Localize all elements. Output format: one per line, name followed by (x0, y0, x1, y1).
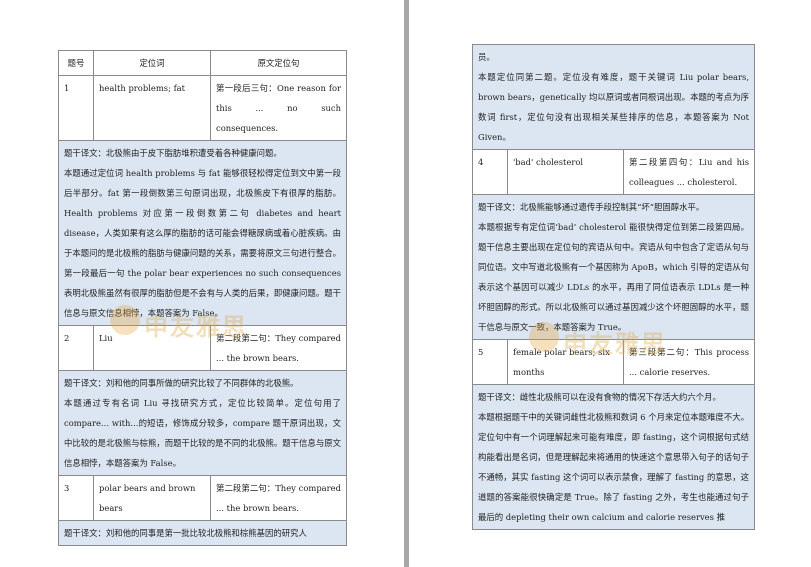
explanation-text: 本题通过定位词 health problems 与 fat 能够很轻松得定位到文… (64, 168, 341, 318)
table-row: 2 Liu 第二段第二句：They compared ... the brown… (58, 325, 347, 371)
explanation-text: 本题定位同第二题。定位没有难度，题干关键词 Liu polar bears, b… (478, 72, 749, 142)
keywords-cell: female polar bears; six months (507, 339, 624, 385)
source-cell: 第二段第四句：Liu and his colleagues ... choles… (623, 149, 755, 195)
document-page-right: 员。 本题定位同第二题。定位没有难度，题干关键词 Liu polar bears… (409, 0, 811, 567)
answer-table-right: 员。 本题定位同第二题。定位没有难度，题干关键词 Liu polar bears… (472, 44, 755, 530)
note-row: 题干译文：北极熊由于皮下脂肪堆积遭受着各种健康问题。 本题通过定位词 healt… (58, 140, 347, 326)
table-row: 5 female polar bears; six months 第三段第二句：… (472, 339, 755, 385)
explanation-cell: 题干译文：雌性北极熊可以在没有食物的情况下存活大约六个月。 本题根据题干中的关键… (472, 384, 755, 530)
document-page-left: 题号 定位词 原文定位句 1 health problems; fat 第一段后… (0, 0, 404, 567)
explanation-cell: 员。 本题定位同第二题。定位没有难度，题干关键词 Liu polar bears… (472, 44, 755, 150)
explanation-text: 本题通过专有名词 Liu 寻找研究方式，定位比较简单。定位句用了 compare… (64, 398, 341, 468)
header-question-number: 题号 (58, 50, 94, 76)
translation-text: 题干译文：刘和他的同事所做的研究比较了不同群体的北极熊。 (64, 378, 299, 388)
source-cell: 第一段后三句：One reason for this ... no such c… (210, 75, 347, 141)
source-cell: 第二段第二句：They compared ... the brown bears… (210, 325, 347, 371)
keywords-cell: polar bears and brown bears (93, 475, 211, 521)
note-row: 题干译文：刘和他的同事所做的研究比较了不同群体的北极熊。 本题通过专有名词 Li… (58, 370, 347, 476)
translation-text: 题干译文：雌性北极熊可以在没有食物的情况下存活大约六个月。 (478, 392, 721, 402)
table-row: 3 polar bears and brown bears 第二段第二句：The… (58, 475, 347, 521)
question-number: 5 (472, 339, 508, 385)
source-cell: 第二段第二句：They compared ... the brown bears… (210, 475, 347, 521)
keywords-cell: health problems; fat (93, 75, 211, 141)
question-number: 2 (58, 325, 94, 371)
question-number: 4 (472, 149, 508, 195)
table-row: 1 health problems; fat 第一段后三句：One reason… (58, 75, 347, 141)
explanation-cell: 题干译文：北极熊能够通过遗传手段控制其“坏”胆固醇水平。 本题根据专有定位词‘b… (472, 194, 755, 340)
translation-text: 员。 (478, 52, 495, 62)
translation-text: 题干译文：北极熊能够通过遗传手段控制其“坏”胆固醇水平。 (478, 202, 705, 212)
translation-text: 题干译文：北极熊由于皮下脂肪堆积遭受着各种健康问题。 (64, 148, 282, 158)
translation-text: 题干译文：刘和他的同事是第一批比较北极熊和棕熊基因的研究人 (64, 528, 307, 538)
answer-table-left: 题号 定位词 原文定位句 1 health problems; fat 第一段后… (58, 50, 347, 546)
note-row: 题干译文：刘和他的同事是第一批比较北极熊和棕熊基因的研究人 (58, 520, 347, 546)
note-row: 题干译文：雌性北极熊可以在没有食物的情况下存活大约六个月。 本题根据题干中的关键… (472, 384, 755, 530)
table-header-row: 题号 定位词 原文定位句 (58, 50, 347, 76)
explanation-text: 本题根据专有定位词‘bad’ cholesterol 能很快得定位到第二段第四局… (478, 222, 750, 332)
explanation-cell: 题干译文：北极熊由于皮下脂肪堆积遭受着各种健康问题。 本题通过定位词 healt… (58, 140, 347, 326)
header-keywords: 定位词 (93, 50, 211, 76)
source-cell: 第三段第二句：This process ... calorie reserves… (623, 339, 755, 385)
keywords-cell: Liu (93, 325, 211, 371)
explanation-cell: 题干译文：刘和他的同事所做的研究比较了不同群体的北极熊。 本题通过专有名词 Li… (58, 370, 347, 476)
note-row: 员。 本题定位同第二题。定位没有难度，题干关键词 Liu polar bears… (472, 44, 755, 150)
question-number: 3 (58, 475, 94, 521)
table-row: 4 'bad' cholesterol 第二段第四句：Liu and his c… (472, 149, 755, 195)
note-row: 题干译文：北极熊能够通过遗传手段控制其“坏”胆固醇水平。 本题根据专有定位词‘b… (472, 194, 755, 340)
question-number: 1 (58, 75, 94, 141)
header-source-sentence: 原文定位句 (210, 50, 347, 76)
keywords-cell: 'bad' cholesterol (507, 149, 624, 195)
explanation-cell: 题干译文：刘和他的同事是第一批比较北极熊和棕熊基因的研究人 (58, 520, 347, 546)
explanation-text: 本题根据题干中的关键词雌性北极熊和数词 6 个月来定位本题难度不大。定位句中有一… (478, 412, 749, 522)
